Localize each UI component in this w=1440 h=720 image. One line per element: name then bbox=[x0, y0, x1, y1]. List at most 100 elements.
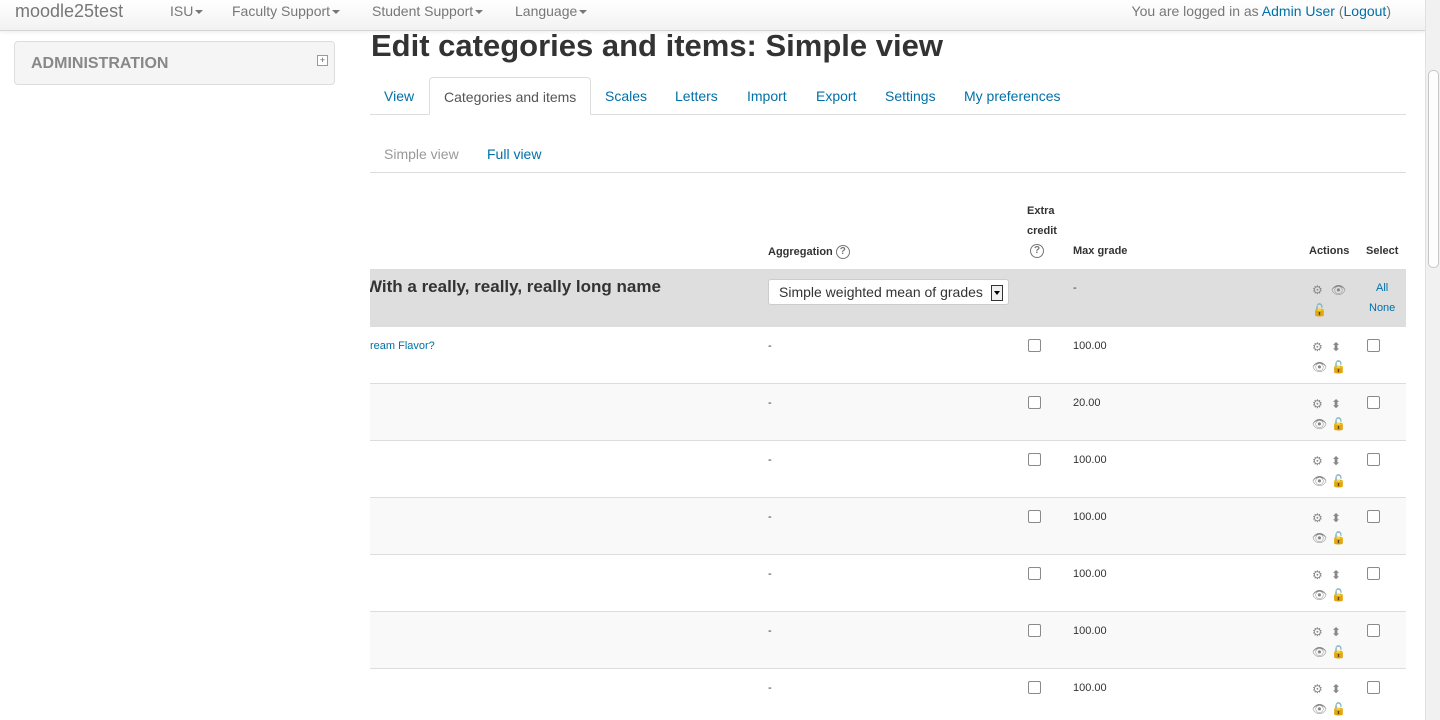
lock-icon[interactable]: 🔓 bbox=[1331, 532, 1346, 544]
page-title: Edit categories and items: Simple view bbox=[371, 28, 943, 63]
tab-export[interactable]: Export bbox=[802, 77, 870, 114]
gear-icon[interactable]: ⚙ bbox=[1312, 683, 1323, 695]
chevron-down-icon bbox=[579, 10, 588, 15]
extra-credit-checkbox[interactable] bbox=[1028, 453, 1041, 466]
header-actions: Actions bbox=[1309, 245, 1350, 257]
table-row: - 100.00 ⚙ ⬍ 👁 🔓 bbox=[370, 611, 1406, 668]
move-icon[interactable]: ⬍ bbox=[1331, 455, 1341, 467]
gear-icon[interactable]: ⚙ bbox=[1312, 341, 1323, 353]
lock-icon[interactable]: 🔓 bbox=[1312, 304, 1327, 316]
row-max-grade: 20.00 bbox=[1073, 397, 1101, 409]
row-aggregation: - bbox=[768, 340, 772, 352]
category-name: With a really, really, really long name bbox=[370, 277, 661, 296]
menu-student-support-label: Student Support bbox=[372, 3, 474, 19]
menu-faculty-support-label: Faculty Support bbox=[232, 3, 331, 19]
header-select: Select bbox=[1366, 245, 1399, 257]
category-max-grade: - bbox=[1073, 282, 1077, 294]
extra-credit-checkbox[interactable] bbox=[1028, 339, 1041, 352]
tab-letters[interactable]: Letters bbox=[661, 77, 732, 114]
gear-icon[interactable]: ⚙ bbox=[1312, 455, 1323, 467]
aggregation-select-value: Simple weighted mean of grades bbox=[779, 284, 983, 300]
tab-view[interactable]: View bbox=[370, 77, 428, 114]
eye-icon[interactable]: 👁 bbox=[1312, 361, 1327, 373]
grade-item-link[interactable]: ream Flavor? bbox=[370, 340, 435, 352]
eye-icon[interactable]: 👁 bbox=[1312, 703, 1327, 715]
menu-language-label: Language bbox=[515, 3, 578, 19]
tab-scales[interactable]: Scales bbox=[591, 77, 661, 114]
move-icon[interactable]: ⬍ bbox=[1331, 341, 1341, 353]
row-aggregation: - bbox=[768, 568, 772, 580]
select-checkbox[interactable] bbox=[1367, 567, 1380, 580]
dock-icon[interactable]: + bbox=[317, 55, 328, 66]
eye-icon[interactable]: 👁 bbox=[1331, 284, 1346, 296]
page-scrollbar[interactable] bbox=[1425, 0, 1440, 720]
move-icon[interactable]: ⬍ bbox=[1331, 398, 1341, 410]
extra-credit-checkbox[interactable] bbox=[1028, 567, 1041, 580]
user-profile-link[interactable]: Admin User bbox=[1262, 3, 1335, 19]
aggregation-select[interactable]: Simple weighted mean of grades bbox=[768, 279, 1009, 305]
gear-icon[interactable]: ⚙ bbox=[1312, 398, 1323, 410]
select-checkbox[interactable] bbox=[1367, 510, 1380, 523]
row-aggregation: - bbox=[768, 511, 772, 523]
menu-language[interactable]: Language bbox=[515, 2, 588, 20]
category-row: With a really, really, really long name … bbox=[370, 269, 1406, 326]
extra-credit-checkbox[interactable] bbox=[1028, 624, 1041, 637]
gear-icon[interactable]: ⚙ bbox=[1312, 284, 1323, 296]
select-checkbox[interactable] bbox=[1367, 624, 1380, 637]
lock-icon[interactable]: 🔓 bbox=[1331, 646, 1346, 658]
tab-categories-and-items[interactable]: Categories and items bbox=[429, 77, 592, 115]
eye-icon[interactable]: 👁 bbox=[1312, 532, 1327, 544]
gear-icon[interactable]: ⚙ bbox=[1312, 569, 1323, 581]
lock-icon[interactable]: 🔓 bbox=[1331, 418, 1346, 430]
row-aggregation: - bbox=[768, 625, 772, 637]
lock-icon[interactable]: 🔓 bbox=[1331, 475, 1346, 487]
select-all-link[interactable]: All bbox=[1376, 282, 1388, 294]
extra-credit-checkbox[interactable] bbox=[1028, 396, 1041, 409]
menu-student-support[interactable]: Student Support bbox=[372, 2, 484, 20]
chevron-down-icon bbox=[195, 10, 204, 15]
gear-icon[interactable]: ⚙ bbox=[1312, 512, 1323, 524]
header-extra-credit-line1: Extra bbox=[1027, 205, 1055, 217]
extra-credit-checkbox[interactable] bbox=[1028, 681, 1041, 694]
table-row: - 100.00 ⚙ ⬍ 👁 🔓 bbox=[370, 554, 1406, 611]
lock-icon[interactable]: 🔓 bbox=[1331, 361, 1346, 373]
site-brand[interactable]: moodle25test bbox=[15, 0, 123, 22]
select-checkbox[interactable] bbox=[1367, 396, 1380, 409]
header-aggregation-label: Aggregation bbox=[768, 245, 833, 258]
move-icon[interactable]: ⬍ bbox=[1331, 626, 1341, 638]
eye-icon[interactable]: 👁 bbox=[1312, 589, 1327, 601]
lock-icon[interactable]: 🔓 bbox=[1331, 703, 1346, 715]
row-max-grade: 100.00 bbox=[1073, 511, 1107, 523]
row-max-grade: 100.00 bbox=[1073, 625, 1107, 637]
select-checkbox[interactable] bbox=[1367, 339, 1380, 352]
tab-import[interactable]: Import bbox=[733, 77, 801, 114]
table-row: - 100.00 ⚙ ⬍ 👁 🔓 bbox=[370, 668, 1406, 720]
logout-link[interactable]: Logout bbox=[1344, 3, 1387, 19]
tab-my-preferences[interactable]: My preferences bbox=[950, 77, 1074, 114]
select-none-link[interactable]: None bbox=[1369, 302, 1395, 314]
subtab-full-view[interactable]: Full view bbox=[487, 135, 541, 173]
help-icon[interactable]: ? bbox=[1030, 244, 1044, 258]
scrollbar-thumb[interactable] bbox=[1428, 70, 1439, 268]
select-checkbox[interactable] bbox=[1367, 681, 1380, 694]
chevron-down-icon bbox=[332, 10, 341, 15]
eye-icon[interactable]: 👁 bbox=[1312, 646, 1327, 658]
move-icon[interactable]: ⬍ bbox=[1331, 512, 1341, 524]
menu-isu[interactable]: ISU bbox=[170, 2, 204, 20]
lock-icon[interactable]: 🔓 bbox=[1331, 589, 1346, 601]
row-max-grade: 100.00 bbox=[1073, 340, 1107, 352]
move-icon[interactable]: ⬍ bbox=[1331, 569, 1341, 581]
header-extra-credit-help: ? bbox=[1030, 244, 1044, 258]
row-aggregation: - bbox=[768, 454, 772, 466]
tab-settings[interactable]: Settings bbox=[871, 77, 950, 114]
eye-icon[interactable]: 👁 bbox=[1312, 418, 1327, 430]
select-checkbox[interactable] bbox=[1367, 453, 1380, 466]
gear-icon[interactable]: ⚙ bbox=[1312, 626, 1323, 638]
header-extra-credit-line2: credit bbox=[1027, 225, 1057, 237]
move-icon[interactable]: ⬍ bbox=[1331, 683, 1341, 695]
eye-icon[interactable]: 👁 bbox=[1312, 475, 1327, 487]
extra-credit-checkbox[interactable] bbox=[1028, 510, 1041, 523]
help-icon[interactable]: ? bbox=[835, 245, 850, 259]
menu-faculty-support[interactable]: Faculty Support bbox=[232, 2, 341, 20]
top-navbar: moodle25test ISU Faculty Support Student… bbox=[0, 0, 1426, 31]
